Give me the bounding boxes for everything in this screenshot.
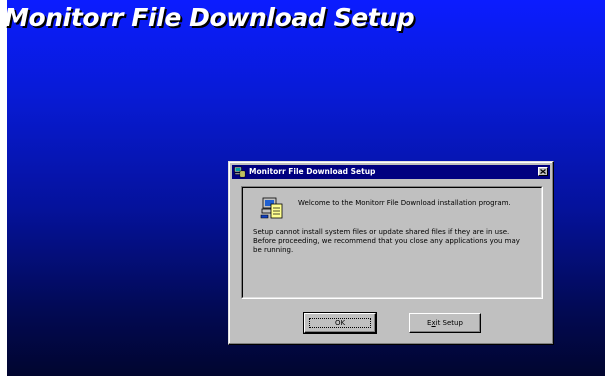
close-icon (540, 169, 546, 174)
warning-line: Setup cannot install system files or upd… (253, 228, 510, 236)
dialog-title: Monitorr File Download Setup (249, 167, 376, 176)
setup-dialog: Monitorr File Download Setup Welcome to … (228, 161, 554, 345)
dialog-titlebar[interactable]: Monitorr File Download Setup (232, 165, 550, 179)
setup-computer-icon (260, 197, 283, 219)
exit-setup-button[interactable]: Exit Setup (409, 313, 481, 333)
warning-line: Before proceeding, we recommend that you… (253, 237, 520, 245)
message-panel: Welcome to the Monitorr File Download in… (241, 186, 543, 299)
ok-button[interactable]: OK (303, 312, 377, 334)
setup-computer-icon (234, 166, 246, 178)
exit-setup-button-label: Exit Setup (427, 319, 463, 327)
warning-line: be running. (253, 246, 294, 254)
close-button[interactable] (538, 167, 548, 176)
welcome-message: Welcome to the Monitorr File Download in… (298, 199, 511, 207)
setup-warning-text: Setup cannot install system files or upd… (253, 228, 535, 255)
page-title: Monitorr File Download Setup (4, 3, 415, 32)
ok-button-label: OK (334, 319, 346, 327)
